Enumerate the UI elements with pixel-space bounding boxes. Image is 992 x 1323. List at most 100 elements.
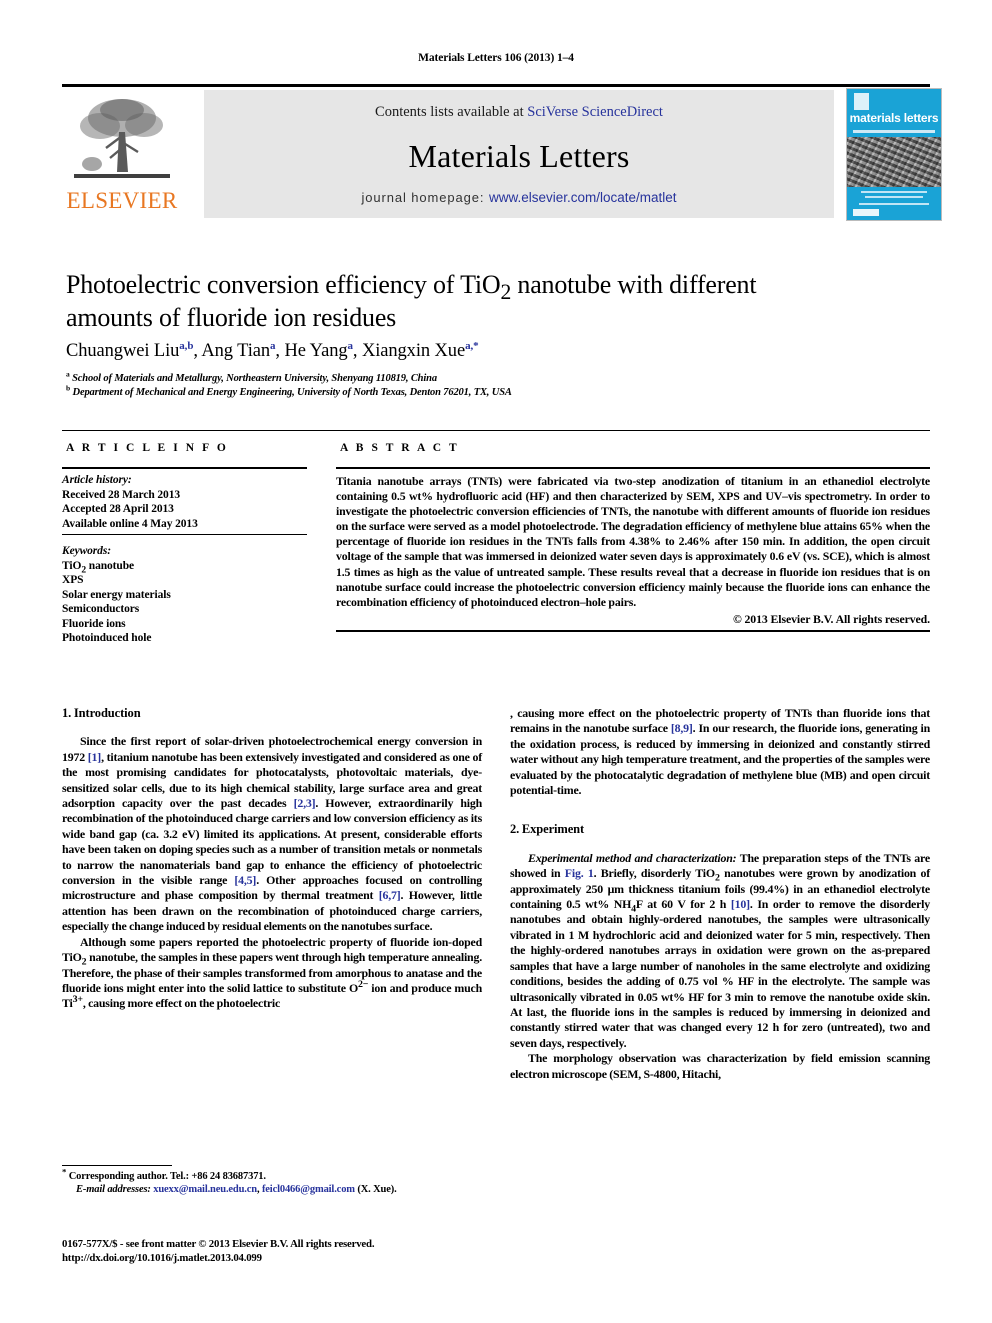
abstract-text: Titania nanotube arrays (TNTs) were fabr… <box>336 474 930 609</box>
paragraph-intro-2: Although some papers reported the photoe… <box>62 934 483 1011</box>
author-list: Chuangwei Liua,b, Ang Tiana, He Yanga, X… <box>66 339 866 362</box>
article-history-received: Received 28 March 2013 <box>62 488 180 501</box>
section-heading-introduction: 1. Introduction <box>62 706 141 720</box>
info-band-top-rule <box>62 430 930 431</box>
body-column-left: 1. Introduction Since the first report o… <box>62 706 482 1012</box>
journal-homepage-line: journal homepage: www.elsevier.com/locat… <box>204 190 834 205</box>
asterisk-mark: * <box>62 1166 67 1177</box>
affiliation-mark-b: b <box>66 383 71 393</box>
article-info-heading: A R T I C L E I N F O <box>66 442 229 454</box>
abstract-column: Titania nanotube arrays (TNTs) were fabr… <box>336 467 930 632</box>
body-column-right: , causing more effect on the photoelectr… <box>510 706 930 1082</box>
author-name-4[interactable]: Xiangxin Xue <box>362 341 465 361</box>
paragraph-experiment-1: Experimental method and characterization… <box>510 851 930 1051</box>
keywords-label: Keywords: <box>62 545 111 557</box>
citation-4-5[interactable]: [4,5] <box>234 873 256 887</box>
imprint-front-matter: 0167-577X/$ - see front matter © 2013 El… <box>62 1238 375 1250</box>
contents-prefix: Contents lists available at <box>375 104 528 120</box>
author-sep-3: , <box>352 341 362 361</box>
abstract-copyright: © 2013 Elsevier B.V. All rights reserved… <box>732 611 930 626</box>
author-mark-1: a,b <box>179 339 194 352</box>
author-name-2[interactable]: Ang Tian <box>201 341 270 361</box>
homepage-label: journal homepage: <box>361 190 489 205</box>
journal-masthead: ELSEVIER Contents lists available at Sci… <box>62 84 942 221</box>
journal-title: Materials Letters <box>408 138 630 174</box>
title-part-2: nanotube with different <box>511 270 757 299</box>
affiliation-list: a School of Materials and Metallurgy, No… <box>66 369 866 400</box>
article-info-column: Article history: Received 28 March 2013 … <box>62 467 307 646</box>
author-name-1[interactable]: Chuangwei Liu <box>66 341 179 361</box>
email-link-2[interactable]: feicl0466@gmail.com <box>262 1184 355 1195</box>
section-heading-experiment: 2. Experiment <box>510 822 585 837</box>
cover-sem-image <box>847 137 941 187</box>
cover-separator <box>853 130 935 133</box>
p2-sup-ti3plus: 3+ <box>72 994 83 1006</box>
imprint-block: 0167-577X/$ - see front matter © 2013 El… <box>62 1237 522 1265</box>
paragraph-intro-2-cont: , causing more effect on the photoelectr… <box>510 706 930 798</box>
journal-banner: Contents lists available at SciVerse Sci… <box>204 90 834 218</box>
affiliation-a: a School of Materials and Metallurgy, No… <box>66 369 866 386</box>
email-label: E-mail addresses: <box>76 1184 151 1195</box>
page-title: Photoelectric conversion efficiency of T… <box>66 268 826 334</box>
figure-reference-1[interactable]: Fig. 1 <box>565 866 594 880</box>
affiliation-b: b Department of Mechanical and Energy En… <box>66 383 866 400</box>
keyword-item: Semiconductors <box>62 603 140 615</box>
email-suffix: (X. Xue). <box>354 1184 397 1195</box>
footnote-rule <box>62 1165 172 1166</box>
cover-footer-box <box>853 209 879 216</box>
email-note: E-mail addresses: xuexx@mail.neu.edu.cn,… <box>62 1183 482 1196</box>
title-subscript: 2 <box>500 280 512 305</box>
article-history-accepted: Accepted 28 April 2013 <box>62 503 174 515</box>
citation-8-9[interactable]: [8,9] <box>671 721 693 735</box>
elsevier-wordmark: ELSEVIER <box>66 188 178 213</box>
article-history-online: Available online 4 May 2013 <box>62 517 198 530</box>
keyword-item: Solar energy materials <box>62 588 171 601</box>
article-history-label: Article history: <box>62 474 132 486</box>
abstract-rule-bottom <box>336 629 930 632</box>
title-part-3: amounts of fluoride ion residues <box>66 303 397 332</box>
citation-2-3[interactable]: [2,3] <box>294 796 316 810</box>
cover-footer-line-1 <box>861 191 927 193</box>
homepage-url-link[interactable]: www.elsevier.com/locate/matlet <box>489 190 677 205</box>
paragraph-intro-1: Since the first report of solar-driven p… <box>62 734 482 934</box>
cover-footer-line-3 <box>859 203 929 205</box>
keyword-item: Photoinduced hole <box>62 632 152 644</box>
author-name-3[interactable]: He Yang <box>284 341 347 361</box>
running-head: Materials Letters 106 (2013) 1–4 <box>418 52 574 64</box>
p3-text-b: . Briefly, disorderly TiO <box>593 866 716 881</box>
keyword-item: XPS <box>62 574 84 586</box>
email-link-1[interactable]: xuexx@mail.neu.edu.cn <box>153 1184 257 1195</box>
title-part-1: Photoelectric conversion efficiency of T… <box>66 270 501 299</box>
article-history-block: Article history: Received 28 March 2013 … <box>62 469 307 534</box>
cover-title-text: materials letters <box>849 111 939 125</box>
cover-footer-line-2 <box>865 196 923 198</box>
affiliation-text-a: School of Materials and Metallurgy, Nort… <box>72 373 437 384</box>
p2-sup-o2minus: 2− <box>358 978 369 990</box>
citation-6-7[interactable]: [6,7] <box>379 888 401 902</box>
masthead-top-rule <box>62 84 930 87</box>
paragraph-experiment-2: The morphology observation was character… <box>510 1051 930 1081</box>
contents-lists-line: Contents lists available at SciVerse Sci… <box>204 104 834 121</box>
elsevier-logo: ELSEVIER <box>62 90 182 218</box>
article-page: Materials Letters 106 (2013) 1–4 ELSEVIE… <box>0 0 992 1323</box>
keywords-block: Keywords: TiO2 nanotube XPS Solar energy… <box>62 535 307 646</box>
keyword-item: TiO2 nanotube <box>62 559 135 575</box>
journal-cover-thumbnail: materials letters <box>846 88 942 221</box>
corresponding-author-note: * Corresponding author. Tel.: +86 24 836… <box>62 1166 482 1183</box>
p3-text-d: F at 60 V for 2 h <box>635 897 731 912</box>
affiliation-text-b: Department of Mechanical and Energy Engi… <box>72 387 512 398</box>
citation-10[interactable]: [10] <box>731 897 750 911</box>
sciencedirect-link[interactable]: SciVerse ScienceDirect <box>527 104 663 120</box>
abstract-heading: A B S T R A C T <box>340 442 460 454</box>
footnote-block: * Corresponding author. Tel.: +86 24 836… <box>62 1165 482 1196</box>
p3-italic-lead: Experimental method and characterization… <box>528 850 737 865</box>
p3-text-e: . In order to remove the disorderly nano… <box>510 897 930 1050</box>
corresponding-author-text: Corresponding author. Tel.: +86 24 83687… <box>68 1171 266 1182</box>
author-mark-4: a,* <box>465 339 479 352</box>
affiliation-mark-a: a <box>66 369 70 379</box>
citation-1[interactable]: [1] <box>88 750 101 764</box>
elsevier-tree-icon <box>74 99 170 178</box>
imprint-doi[interactable]: http://dx.doi.org/10.1016/j.matlet.2013.… <box>62 1251 522 1265</box>
cover-elsevier-icon <box>854 93 869 110</box>
keyword-item: Fluoride ions <box>62 617 126 630</box>
